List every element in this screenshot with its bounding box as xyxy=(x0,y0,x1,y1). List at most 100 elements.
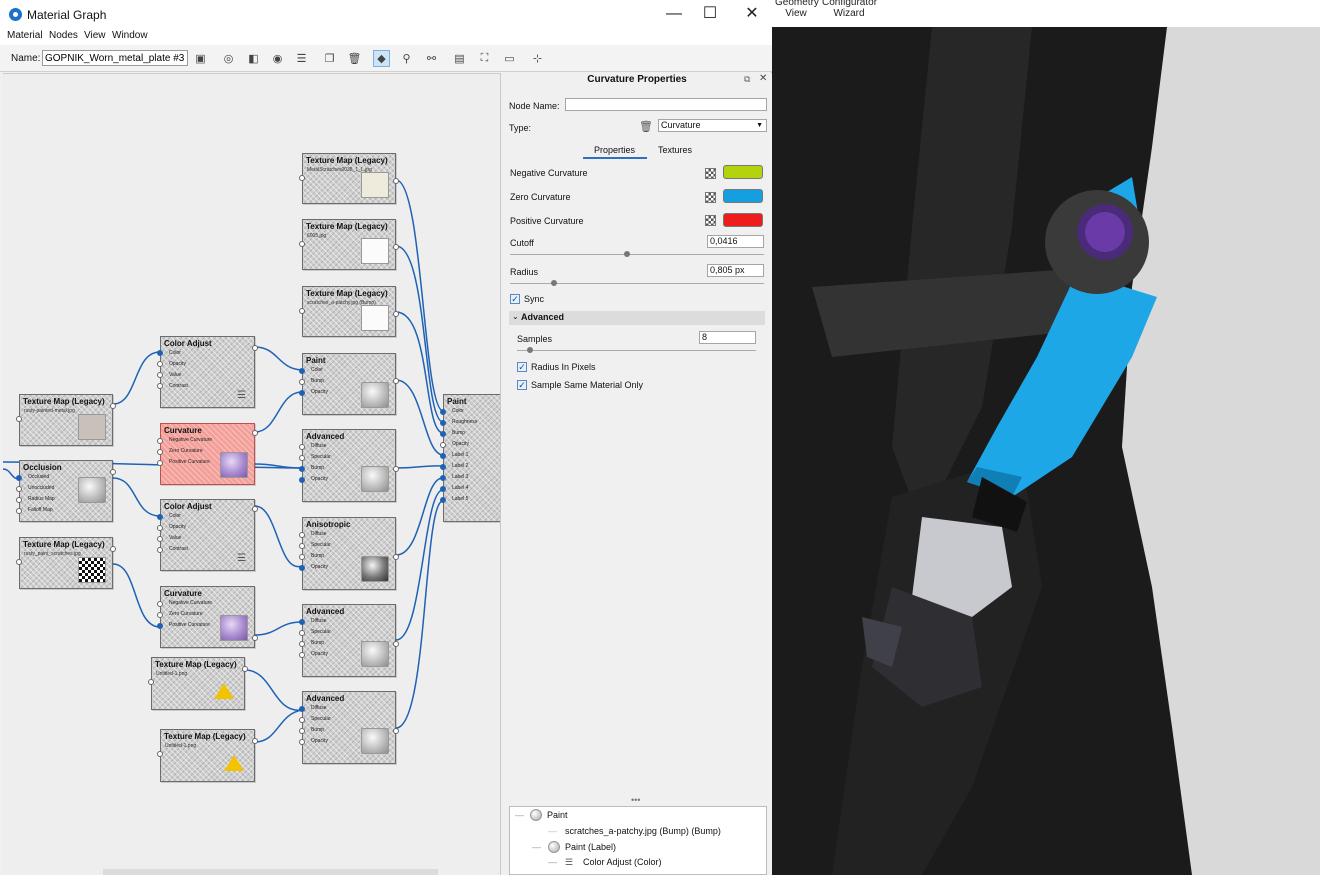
node-texture-map-6[interactable]: Texture Map (Legacy) Untitled-1.png xyxy=(148,657,248,710)
input-pin[interactable] xyxy=(157,547,163,553)
input-pin[interactable] xyxy=(299,641,305,647)
input-pin[interactable] xyxy=(440,486,446,492)
node-advanced-2[interactable]: Advanced Diffuse Specular Bump Opacity xyxy=(299,604,399,677)
input-pin[interactable] xyxy=(157,372,163,378)
texture-toggle-icon[interactable] xyxy=(705,192,716,203)
node-name-input[interactable] xyxy=(565,98,767,111)
input-pin[interactable] xyxy=(440,453,446,459)
fit-view-icon[interactable]: ⛶ xyxy=(476,50,493,67)
slider-handle[interactable] xyxy=(551,280,557,286)
input-pin[interactable] xyxy=(299,543,305,549)
node-occlusion[interactable]: Occlusion Occluded Unoccluded Radius Map… xyxy=(16,460,116,522)
sphere-preview-icon[interactable]: ◎ xyxy=(220,50,237,67)
save-icon[interactable]: ▣ xyxy=(192,50,209,67)
sliders-icon[interactable]: ☰ xyxy=(293,50,310,67)
node-graph-canvas[interactable]: Texture Map (Legacy) MetalScratches0038_… xyxy=(3,73,500,875)
target-icon[interactable]: ◉ xyxy=(269,50,286,67)
negative-curvature-color[interactable] xyxy=(723,165,763,179)
input-pin[interactable] xyxy=(299,368,305,374)
node-texture-map-1[interactable]: Texture Map (Legacy) MetalScratches0038_… xyxy=(299,153,399,204)
output-pin[interactable] xyxy=(393,554,399,560)
input-pin[interactable] xyxy=(299,390,305,396)
close-icon[interactable]: ✕ xyxy=(732,4,772,24)
trash-icon[interactable]: 🗑 xyxy=(639,120,653,133)
output-pin[interactable] xyxy=(242,666,248,672)
sync-checkbox[interactable]: ✓ xyxy=(510,294,520,304)
input-pin[interactable] xyxy=(299,565,305,571)
positive-curvature-color[interactable] xyxy=(723,213,763,227)
texture-toggle-icon[interactable] xyxy=(705,215,716,226)
node-curvature-1-selected[interactable]: Curvature Negative Curvature Zero Curvat… xyxy=(157,423,258,485)
node-texture-map-7[interactable]: Texture Map (Legacy) Untitled-1.png xyxy=(157,729,258,782)
input-pin[interactable] xyxy=(157,438,163,444)
cutoff-slider[interactable] xyxy=(510,251,764,257)
input-pin[interactable] xyxy=(16,486,22,492)
input-pin[interactable] xyxy=(440,442,446,448)
node-texture-map-4[interactable]: Texture Map (Legacy) rusty-painted-metal… xyxy=(16,394,116,446)
input-pin[interactable] xyxy=(440,464,446,470)
node-texture-map-3[interactable]: Texture Map (Legacy) scratches_a-patchy.… xyxy=(299,286,399,337)
cutoff-input[interactable]: 0,0416 xyxy=(707,235,764,248)
output-pin[interactable] xyxy=(393,466,399,472)
add-node-icon[interactable]: ◆ xyxy=(373,50,390,67)
input-pin[interactable] xyxy=(299,455,305,461)
menu-view[interactable]: View xyxy=(84,30,106,41)
node-curvature-2[interactable]: Curvature Negative Curvature Zero Curvat… xyxy=(157,586,258,648)
input-pin[interactable] xyxy=(157,612,163,618)
input-pin[interactable] xyxy=(299,444,305,450)
output-pin[interactable] xyxy=(252,635,258,641)
align-icon[interactable]: ▤ xyxy=(451,50,468,67)
advanced-section-header[interactable]: ⌄ Advanced xyxy=(509,311,765,325)
tab-properties[interactable]: Properties xyxy=(594,145,635,155)
tree-item[interactable]: — scratches_a-patchy.jpg (Bump) (Bump) xyxy=(510,824,766,839)
node-advanced-3[interactable]: Advanced Diffuse Specular Bump Opacity xyxy=(299,691,399,764)
input-pin[interactable] xyxy=(299,175,305,181)
input-pin[interactable] xyxy=(16,416,22,422)
radius-slider[interactable] xyxy=(510,280,764,286)
node-color-adjust-1[interactable]: Color Adjust Color Opacity Value Contras… xyxy=(157,336,258,408)
input-pin[interactable] xyxy=(157,751,163,757)
input-pin[interactable] xyxy=(157,514,163,520)
input-pin[interactable] xyxy=(440,497,446,503)
radius-in-pixels-checkbox[interactable]: ✓ xyxy=(517,362,527,372)
node-texture-map-5[interactable]: Texture Map (Legacy) rusty_paint_scratch… xyxy=(16,537,116,589)
output-pin[interactable] xyxy=(252,506,258,512)
slider-handle[interactable] xyxy=(527,347,533,353)
samples-slider[interactable] xyxy=(517,347,756,353)
frame-icon[interactable]: ▭ xyxy=(501,50,518,67)
output-pin[interactable] xyxy=(393,178,399,184)
input-pin[interactable] xyxy=(16,497,22,503)
input-pin[interactable] xyxy=(16,559,22,565)
input-pin[interactable] xyxy=(299,477,305,483)
input-pin[interactable] xyxy=(157,350,163,356)
node-color-adjust-2[interactable]: Color Adjust Color Opacity Value Contras… xyxy=(157,499,258,571)
input-pin[interactable] xyxy=(157,449,163,455)
input-pin[interactable] xyxy=(299,630,305,636)
input-pin[interactable] xyxy=(440,420,446,426)
input-pin[interactable] xyxy=(157,383,163,389)
node-paint-main[interactable]: Paint Color Roughness Bump Opacity Label… xyxy=(440,394,500,522)
output-pin[interactable] xyxy=(393,728,399,734)
slider-handle[interactable] xyxy=(624,251,630,257)
input-pin[interactable] xyxy=(299,706,305,712)
output-pin[interactable] xyxy=(252,345,258,351)
input-pin[interactable] xyxy=(299,739,305,745)
layout-icon[interactable]: ⊹ xyxy=(529,50,546,67)
input-pin[interactable] xyxy=(299,379,305,385)
zero-curvature-color[interactable] xyxy=(723,189,763,203)
menu-window[interactable]: Window xyxy=(112,30,148,41)
input-pin[interactable] xyxy=(299,532,305,538)
material-name-input[interactable] xyxy=(42,50,188,66)
tree-item[interactable]: — ☰ Color Adjust (Color) xyxy=(510,855,766,870)
texture-toggle-icon[interactable] xyxy=(705,168,716,179)
output-pin[interactable] xyxy=(110,403,116,409)
input-pin[interactable] xyxy=(299,717,305,723)
tree-item[interactable]: — Paint xyxy=(510,808,766,823)
link-remove-icon[interactable]: ⚯ xyxy=(423,50,440,67)
output-pin[interactable] xyxy=(110,469,116,475)
input-pin[interactable] xyxy=(157,460,163,466)
material-tree[interactable]: — Paint — scratches_a-patchy.jpg (Bump) … xyxy=(509,806,767,875)
output-pin[interactable] xyxy=(252,430,258,436)
link-icon[interactable]: ⚲ xyxy=(398,50,415,67)
output-pin[interactable] xyxy=(393,311,399,317)
